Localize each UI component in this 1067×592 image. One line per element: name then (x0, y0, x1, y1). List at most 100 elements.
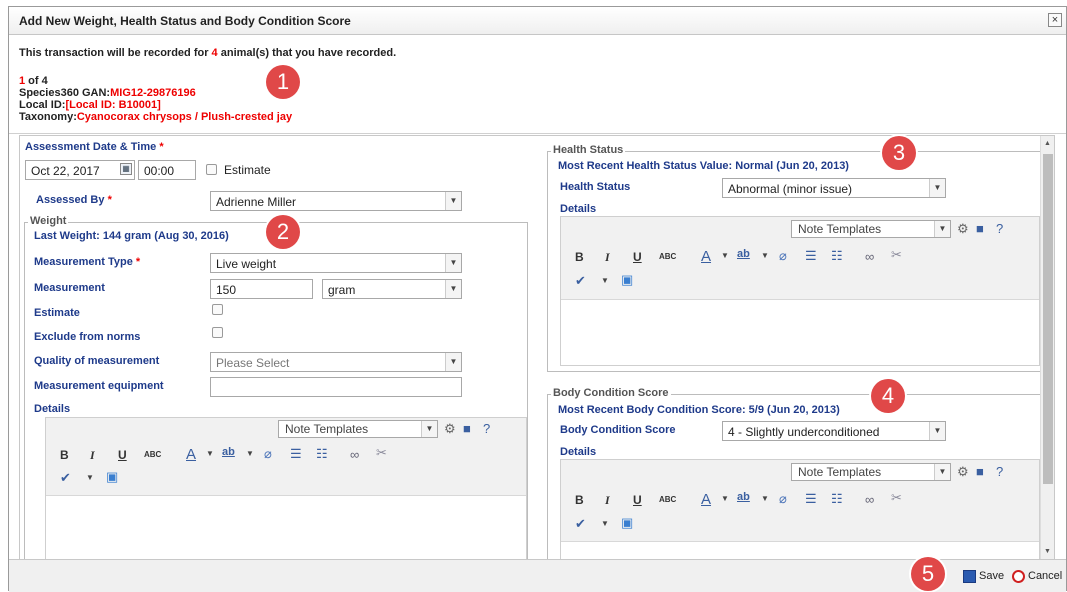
chevron-down-icon[interactable]: ▼ (601, 276, 609, 285)
numbered-list-icon[interactable]: ☷ (316, 446, 328, 462)
measurement-input[interactable]: 150 (210, 279, 313, 299)
help-icon[interactable]: ? (996, 221, 1003, 236)
chevron-down-icon: ▼ (421, 421, 437, 437)
italic-button[interactable]: I (605, 250, 610, 265)
scroll-up-icon[interactable]: ▲ (1044, 140, 1051, 147)
gear-icon[interactable]: ⚙ (444, 421, 456, 437)
unlink-icon[interactable]: ✂ (376, 445, 387, 461)
numbered-list-icon[interactable]: ☷ (831, 491, 843, 507)
cancel-icon[interactable] (1012, 570, 1025, 583)
bcs-label: Body Condition Score (560, 424, 676, 436)
equipment-input[interactable] (210, 377, 462, 397)
callout-1: 1 (266, 65, 300, 99)
note-templates-select[interactable]: Note Templates ▼ (278, 420, 438, 438)
weight-details-editor[interactable]: Note Templates ▼ ⚙ ■ ? B I U ABC A ▼ ab ▼… (45, 417, 527, 559)
last-weight: Last Weight: 144 gram (Aug 30, 2016) (34, 230, 229, 242)
header-divider (9, 133, 1066, 134)
spellcheck-icon[interactable]: ✔ (575, 516, 586, 532)
chevron-down-icon[interactable]: ▼ (761, 251, 769, 260)
italic-button[interactable]: I (90, 448, 95, 463)
chevron-down-icon[interactable]: ▼ (721, 494, 729, 503)
scroll-down-icon[interactable]: ▼ (1044, 548, 1051, 555)
assessment-estimate-checkbox[interactable] (206, 164, 217, 175)
highlight-button[interactable]: ab (737, 248, 750, 260)
link-icon[interactable]: ∞ (865, 492, 874, 507)
strikethrough-button[interactable]: ABC (659, 252, 676, 261)
close-button[interactable]: × (1048, 13, 1062, 27)
measurement-unit-select[interactable]: gram ▼ (322, 279, 462, 299)
note-templates-select[interactable]: Note Templates ▼ (791, 463, 951, 481)
scrollbar-thumb[interactable] (1043, 154, 1053, 484)
health-details-editor[interactable]: Note Templates ▼ ⚙ ■ ? B I U ABC A ▼ ab ▼… (560, 216, 1040, 366)
bullet-list-icon[interactable]: ☰ (290, 446, 302, 462)
gear-icon[interactable]: ⚙ (957, 221, 969, 237)
weight-estimate-checkbox[interactable] (212, 304, 223, 315)
eraser-icon[interactable]: ⌀ (779, 248, 787, 264)
unlink-icon[interactable]: ✂ (891, 247, 902, 263)
chevron-down-icon[interactable]: ▼ (601, 519, 609, 528)
save-button[interactable]: Save (979, 570, 1004, 582)
highlight-button[interactable]: ab (737, 491, 750, 503)
note-templates-select[interactable]: Note Templates ▼ (791, 220, 951, 238)
save-template-icon[interactable]: ■ (463, 421, 471, 436)
chevron-down-icon[interactable]: ▼ (246, 449, 254, 458)
chevron-down-icon[interactable]: ▼ (761, 494, 769, 503)
chevron-down-icon: ▼ (445, 280, 461, 298)
exclude-norms-checkbox[interactable] (212, 327, 223, 338)
chevron-down-icon[interactable]: ▼ (86, 473, 94, 482)
fullscreen-icon[interactable]: ▣ (621, 272, 633, 288)
bold-button[interactable]: B (575, 250, 584, 264)
chevron-down-icon: ▼ (934, 464, 950, 480)
chevron-down-icon[interactable]: ▼ (721, 251, 729, 260)
italic-button[interactable]: I (605, 493, 610, 508)
measurement-type-select[interactable]: Live weight ▼ (210, 253, 462, 273)
health-status-select[interactable]: Abnormal (minor issue) ▼ (722, 178, 946, 198)
assessment-estimate-label: Estimate (224, 163, 271, 177)
calendar-icon[interactable]: ▦ (120, 163, 132, 175)
chevron-down-icon[interactable]: ▼ (206, 449, 214, 458)
gear-icon[interactable]: ⚙ (957, 464, 969, 480)
spellcheck-icon[interactable]: ✔ (575, 273, 586, 289)
eraser-icon[interactable]: ⌀ (779, 491, 787, 507)
save-template-icon[interactable]: ■ (976, 464, 984, 479)
bcs-legend: Body Condition Score (551, 387, 671, 399)
assessed-by-select[interactable]: Adrienne Miller ▼ (210, 191, 462, 211)
gan-line: Species360 GAN:MIG12-29876196 (19, 87, 196, 99)
chevron-down-icon: ▼ (445, 254, 461, 272)
exclude-norms-label: Exclude from norms (34, 331, 141, 343)
bcs-select[interactable]: 4 - Slightly underconditioned ▼ (722, 421, 946, 441)
underline-button[interactable]: U (633, 250, 642, 264)
bold-button[interactable]: B (575, 493, 584, 507)
vertical-scrollbar[interactable]: ▲ ▼ (1040, 136, 1054, 559)
strikethrough-button[interactable]: ABC (659, 495, 676, 504)
save-icon[interactable] (963, 570, 976, 583)
font-color-button[interactable]: A (701, 491, 711, 508)
chevron-down-icon: ▼ (934, 221, 950, 237)
quality-select[interactable]: Please Select ▼ (210, 352, 462, 372)
help-icon[interactable]: ? (996, 464, 1003, 479)
fullscreen-icon[interactable]: ▣ (621, 515, 633, 531)
eraser-icon[interactable]: ⌀ (264, 446, 272, 462)
font-color-button[interactable]: A (701, 248, 711, 265)
strikethrough-button[interactable]: ABC (144, 450, 161, 459)
assessment-time-input[interactable]: 00:00 (138, 160, 196, 180)
link-icon[interactable]: ∞ (350, 447, 359, 462)
highlight-button[interactable]: ab (222, 446, 235, 458)
font-color-button[interactable]: A (186, 446, 196, 463)
help-icon[interactable]: ? (483, 421, 490, 436)
bcs-details-editor[interactable]: Note Templates ▼ ⚙ ■ ? B I U ABC A ▼ ab ▼… (560, 459, 1040, 559)
callout-3: 3 (882, 136, 916, 170)
cancel-button[interactable]: Cancel (1028, 570, 1062, 582)
fullscreen-icon[interactable]: ▣ (106, 469, 118, 485)
underline-button[interactable]: U (118, 448, 127, 462)
bold-button[interactable]: B (60, 448, 69, 462)
underline-button[interactable]: U (633, 493, 642, 507)
numbered-list-icon[interactable]: ☷ (831, 248, 843, 264)
unlink-icon[interactable]: ✂ (891, 490, 902, 506)
assessment-date-input[interactable]: Oct 22, 2017 (25, 160, 135, 180)
spellcheck-icon[interactable]: ✔ (60, 470, 71, 486)
bullet-list-icon[interactable]: ☰ (805, 491, 817, 507)
link-icon[interactable]: ∞ (865, 249, 874, 264)
save-template-icon[interactable]: ■ (976, 221, 984, 236)
bullet-list-icon[interactable]: ☰ (805, 248, 817, 264)
